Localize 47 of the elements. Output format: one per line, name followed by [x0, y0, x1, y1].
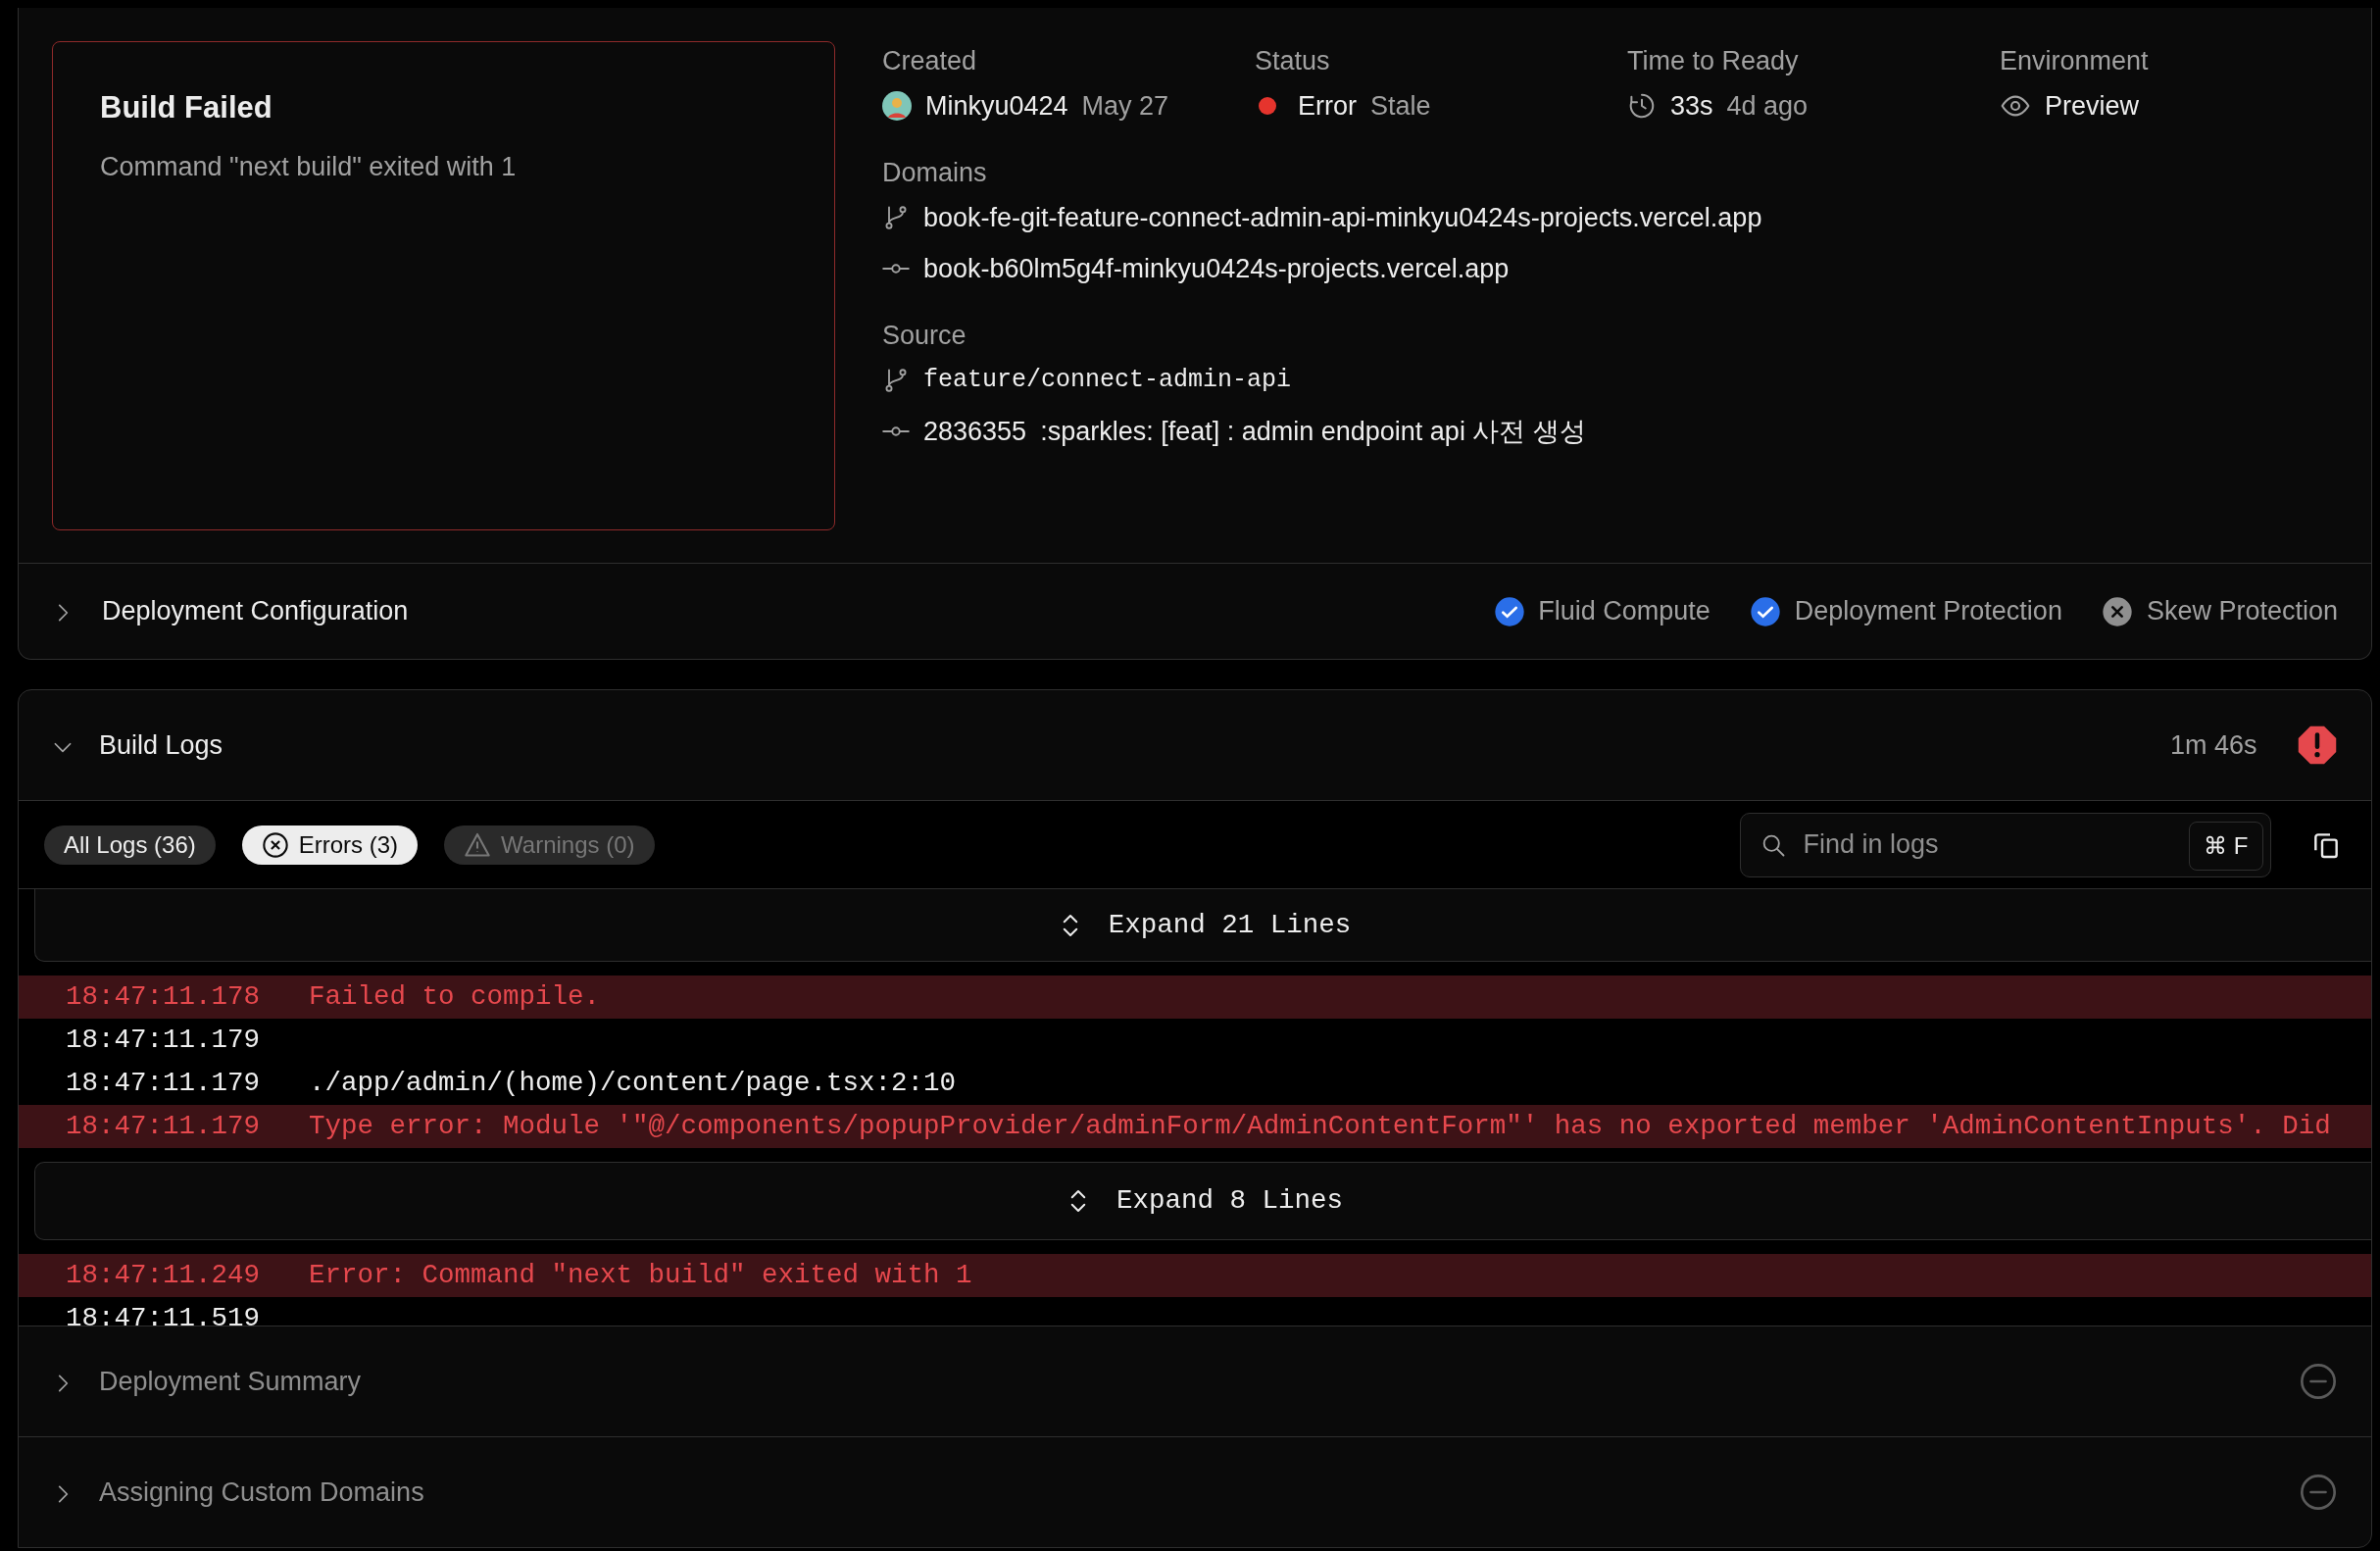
meta-label: Time to Ready [1627, 46, 1799, 75]
meta-note: Stale [1370, 90, 1431, 123]
section-label: Source [882, 321, 967, 350]
minus-circle-icon [2299, 1362, 2338, 1401]
domain-link[interactable]: book-b60lm5g4f-minkyu0424s-projects.vercel.app [923, 243, 1510, 294]
minus-circle-icon [2299, 1473, 2338, 1512]
section-title[interactable]: Build Logs [99, 725, 2170, 766]
preview-title: Build Failed [100, 89, 273, 126]
log-timestamp: 18:47:11.178 [66, 980, 262, 1015]
branch-name: feature/connect-admin-api [923, 365, 1292, 396]
commit-message: :sparkles: [feat] : admin endpoint api 사전 생성 [1040, 416, 1586, 448]
log-filter-tab[interactable]: Errors (3) [241, 825, 419, 865]
section-title[interactable]: Deployment Configuration [102, 591, 1481, 631]
feature-label: Deployment Protection [1794, 595, 2062, 628]
log-filter-tab[interactable]: All Logs (36) [44, 825, 216, 865]
expand-lines-button[interactable]: Expand 8 Lines [34, 1162, 2371, 1240]
clock-icon [1627, 91, 1657, 121]
section-label: Domains [882, 158, 987, 187]
log-timestamp: 18:47:11.519 [66, 1302, 262, 1326]
warning-icon [464, 830, 492, 859]
log-message: ./app/admin/(home)/content/page.tsx:2:10 [309, 1067, 957, 1101]
meta-value: Preview [2045, 90, 2140, 123]
meta-value: Minkyu0424 [925, 90, 1068, 123]
meta-value: Error [1298, 90, 1357, 123]
log-message: Type error: Module '"@/components/popupProvider/adminForm/AdminContentForm"' has no exported member 'AdminContentInputs'. Did [309, 1110, 2331, 1144]
meta-note: May 27 [1081, 90, 1169, 123]
meta-label: Environment [2000, 46, 2149, 75]
log-timestamp: 18:47:11.179 [66, 1067, 262, 1101]
log-message: Error: Command "next build" exited with 1 [309, 1259, 972, 1293]
commit-hash: 2836355 [923, 416, 1027, 448]
meta-value: 33s [1670, 90, 1713, 123]
log-message: Failed to compile. [309, 980, 601, 1015]
keyboard-shortcut: ⌘ F [2189, 821, 2263, 871]
build-duration: 1m 46s [2169, 728, 2257, 762]
expand-lines-button[interactable]: Expand 21 Lines [34, 889, 2371, 962]
feature-label: Fluid Compute [1538, 595, 1711, 628]
log-timestamp: 18:47:11.249 [66, 1259, 262, 1293]
avatar-icon [882, 91, 912, 121]
domain-link[interactable]: book-fe-git-feature-connect-admin-api-minkyu0424s-projects.vercel.app [923, 192, 1762, 243]
meta-label: Created [882, 46, 977, 75]
meta-label: Status [1255, 46, 1330, 75]
meta-note: 4d ago [1726, 90, 1809, 123]
log-timestamp: 18:47:11.179 [66, 1024, 262, 1058]
log-timestamp: 18:47:11.179 [66, 1110, 262, 1144]
preview-message: Command "next build" exited with 1 [100, 151, 518, 184]
x-circle-icon [261, 830, 289, 859]
feature-label: Skew Protection [2146, 595, 2338, 628]
